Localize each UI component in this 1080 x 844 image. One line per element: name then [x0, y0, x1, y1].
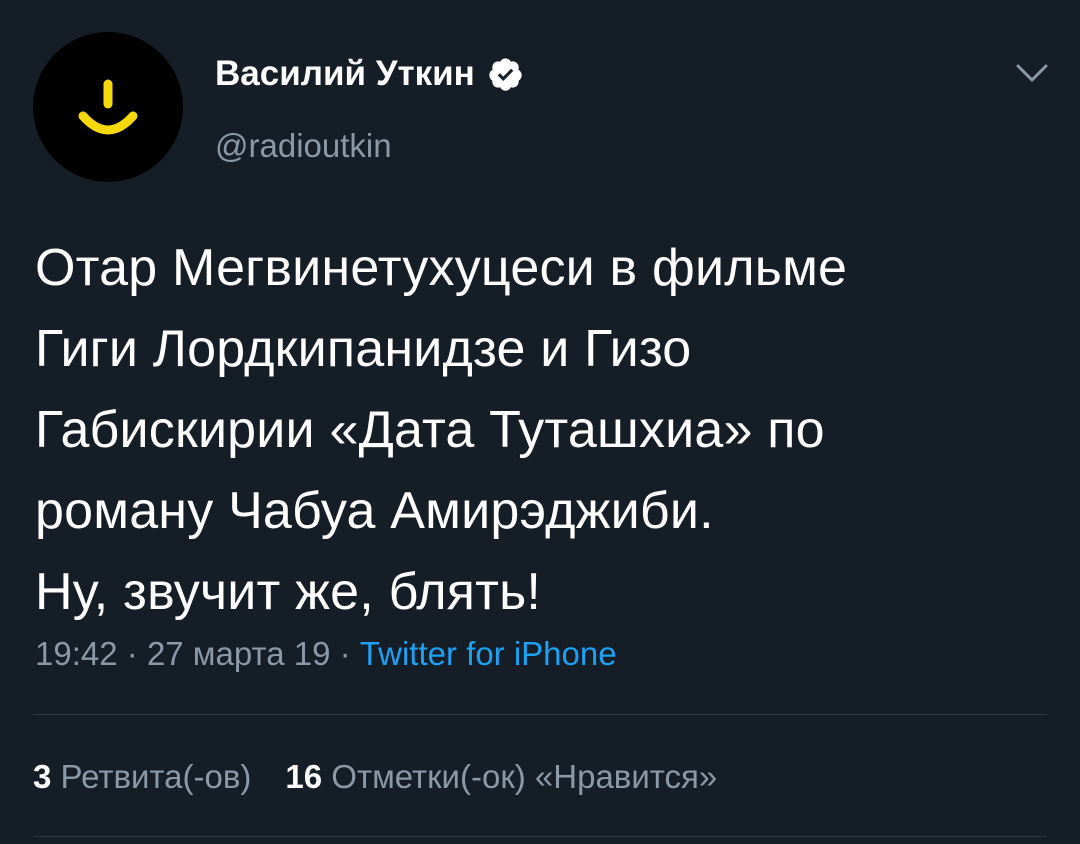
tweet-date: 27 марта 19: [146, 635, 331, 672]
tweet-meta: 19:42 · 27 марта 19 · Twitter for iPhone: [35, 632, 617, 676]
tweet-stats: 3 Ретвита(-ов) 16 Отметки(-ок) «Нравится…: [33, 755, 751, 799]
likes-label: Отметки(-ок) «Нравится»: [331, 758, 718, 795]
divider: [33, 836, 1047, 837]
author-name[interactable]: Василий Уткин: [215, 52, 524, 96]
author-name-text: Василий Уткин: [215, 54, 475, 93]
retweets-count: 3: [33, 758, 52, 795]
tweet-source-link[interactable]: Twitter for iPhone: [360, 635, 617, 672]
divider: [33, 714, 1047, 715]
likes-count: 16: [285, 758, 323, 795]
author-handle[interactable]: @radioutkin: [215, 126, 392, 166]
meta-separator: ·: [126, 635, 138, 672]
avatar[interactable]: [33, 32, 183, 182]
chevron-down-icon[interactable]: [1012, 58, 1052, 88]
retweets-stat[interactable]: 3 Ретвита(-ов): [33, 755, 251, 799]
tweet-time: 19:42: [35, 635, 118, 672]
tweet-text: Отар Мегвинетухуцеси в фильме Гиги Лордк…: [35, 239, 848, 621]
retweets-label: Ретвита(-ов): [60, 758, 252, 795]
verified-badge-icon: [489, 57, 522, 91]
smile-logo-icon: [78, 79, 138, 135]
meta-separator: ·: [339, 635, 351, 672]
likes-stat[interactable]: 16 Отметки(-ок) «Нравится»: [285, 755, 717, 799]
